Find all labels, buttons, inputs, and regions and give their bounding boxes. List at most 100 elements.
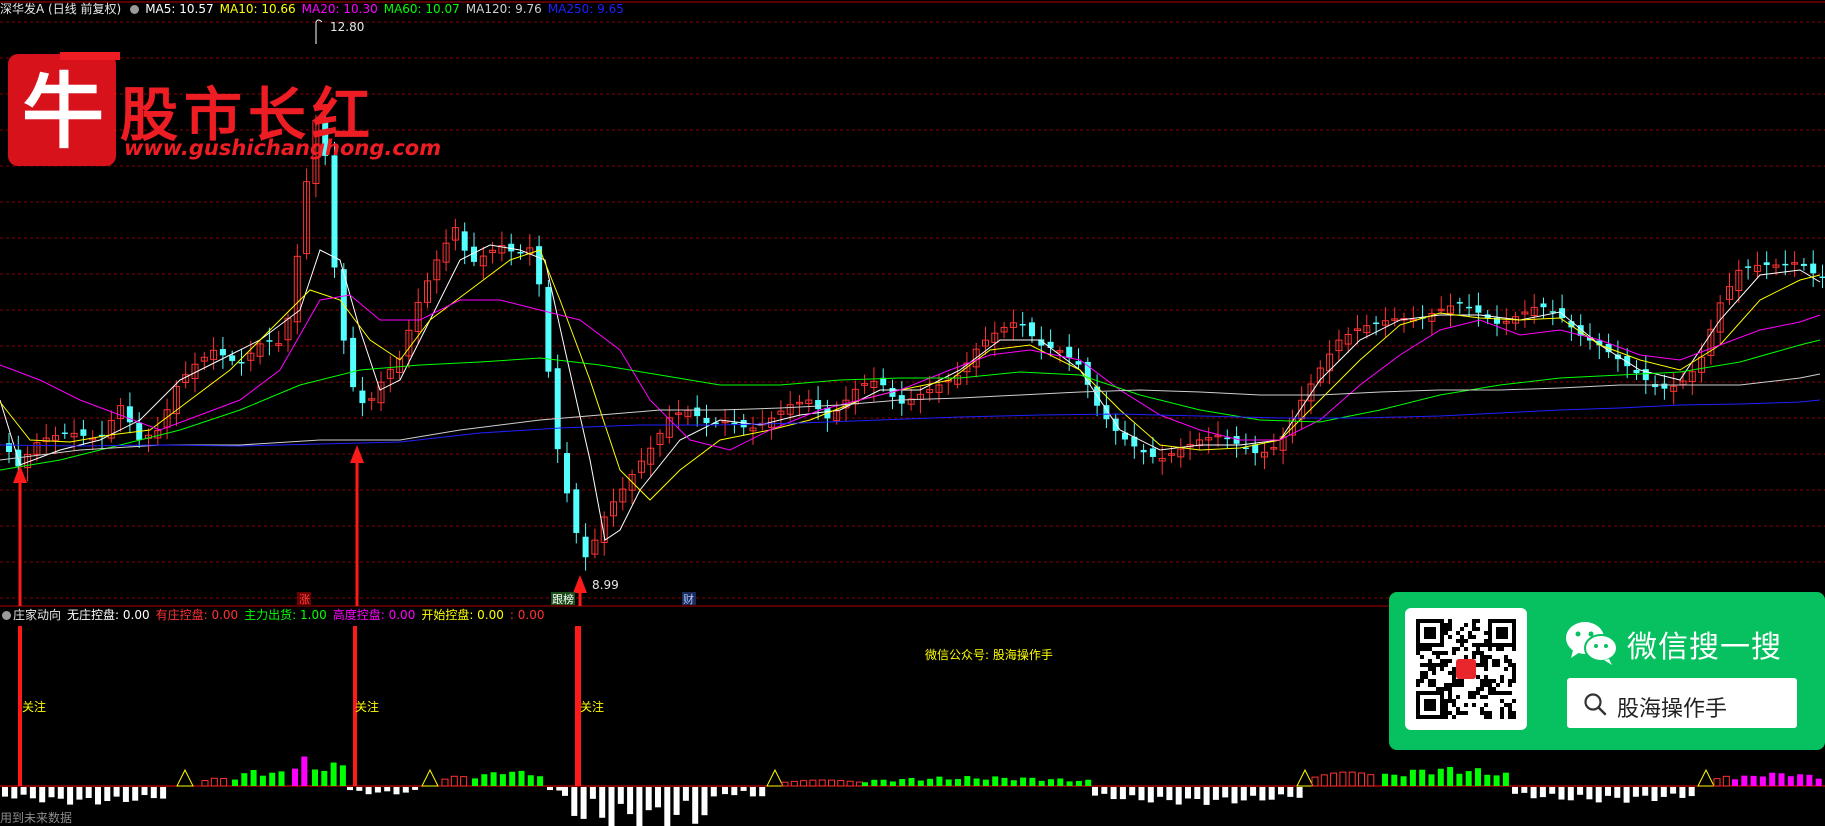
indicator-bar [982, 779, 989, 786]
indicator-bar [1212, 787, 1219, 800]
indicator-bar [992, 776, 999, 786]
indicator-bar [1530, 787, 1537, 799]
indicator-bar [1085, 779, 1092, 786]
indicator-bar [1558, 787, 1565, 800]
indicator-bar [1750, 775, 1757, 786]
indicator-bar [1787, 776, 1794, 786]
qr-module [1488, 683, 1492, 687]
wechat-search-box[interactable]: 股海操作手 [1567, 678, 1797, 728]
search-icon [1584, 693, 1607, 716]
candle-body [1652, 383, 1659, 388]
indicator-name[interactable]: 庄家动向 [13, 608, 61, 622]
qr-module [1444, 627, 1448, 631]
qr-module [1500, 647, 1504, 651]
indicator-bar [871, 779, 878, 786]
candle-body [694, 407, 701, 417]
indicator-bar [1475, 768, 1481, 786]
qr-module [1444, 699, 1448, 703]
qr-module [1468, 695, 1472, 699]
public-account-label: 微信公众号: 股海操作手 [925, 648, 1053, 662]
qr-module [1420, 671, 1424, 675]
indicator-bar [580, 787, 587, 819]
indicator-bar [384, 787, 391, 792]
logo-brush [60, 52, 120, 60]
qr-module [1476, 647, 1480, 651]
candle-body [898, 395, 905, 404]
qr-module [1460, 711, 1464, 715]
indicator-circle-icon[interactable] [2, 611, 11, 620]
qr-module [1488, 711, 1492, 715]
qr-module [1480, 663, 1484, 667]
indicator-bar [57, 787, 64, 799]
indicator-bar [1147, 787, 1154, 803]
qr-module [1448, 671, 1452, 675]
qr-module [1480, 687, 1484, 691]
indicator-bar [321, 770, 328, 786]
wechat-search-banner[interactable]: 微信搜一搜 股海操作手 [1389, 592, 1825, 750]
qr-module [1428, 659, 1432, 663]
candle-body [582, 536, 589, 558]
indicator-bar [945, 779, 952, 786]
candle-body [731, 422, 738, 425]
indicator-bar [1400, 776, 1407, 786]
marker-genbang[interactable]: 跟榜 [552, 592, 574, 606]
qr-module [1452, 683, 1456, 687]
candle-body [1373, 322, 1380, 325]
qr-module [1492, 687, 1496, 691]
indicator-bar [1595, 787, 1602, 803]
trend-triangle [1697, 768, 1715, 787]
indicator-bar [589, 787, 596, 799]
indicator-bar [29, 787, 36, 799]
stock-title[interactable]: 深华发A (日线 前复权) [0, 2, 121, 16]
qr-module [1472, 651, 1476, 655]
qr-module [1444, 715, 1448, 719]
qr-module [1484, 643, 1488, 647]
qr-module [1508, 703, 1512, 707]
indicator-bar [1358, 772, 1365, 787]
qr-module [1476, 651, 1480, 655]
qr-module [1512, 647, 1516, 651]
qr-module [1480, 695, 1484, 699]
qr-module [1440, 651, 1444, 655]
indicator-bar [518, 770, 525, 786]
indicator-bar [1642, 787, 1649, 796]
qr-module [1496, 647, 1500, 651]
candle-body [1456, 302, 1463, 304]
qr-module [1456, 679, 1460, 683]
qr-module [1424, 663, 1428, 667]
qr-module [1432, 663, 1436, 667]
candle-body [1633, 369, 1640, 374]
indicator-bar [278, 771, 285, 786]
marker-zhang[interactable]: 涨 [299, 593, 310, 606]
indicator-bar [1713, 778, 1721, 787]
indicator-bar [339, 765, 346, 786]
settings-circle-icon[interactable] [130, 5, 140, 14]
indicator-bar [1769, 772, 1776, 786]
indicator-bar [818, 779, 826, 787]
qr-module [1508, 663, 1512, 667]
indicator-bar [608, 787, 615, 826]
indicator-bar [509, 771, 516, 786]
indicator-header: 庄家动向 无庄控盘: 0.00 有庄控盘: 0.00 主力出货: 1.00 高度控盘: … [0, 606, 550, 624]
marker-cai[interactable]: 财 [683, 592, 694, 606]
qr-module [1448, 695, 1452, 699]
qr-module [1440, 687, 1444, 691]
indicator-bar [1287, 787, 1294, 797]
indicator-bar [749, 787, 756, 797]
indicator-bar [790, 780, 798, 787]
qr-module [1504, 659, 1508, 663]
qr-module [1512, 667, 1516, 671]
qr-module [1416, 651, 1420, 655]
candle-body [6, 443, 12, 452]
indicator-bar [1020, 777, 1027, 786]
indicator-bar [481, 774, 488, 786]
indicator-bar [1101, 787, 1108, 794]
indicator-bar [1549, 787, 1556, 794]
qr-finder [1496, 627, 1508, 639]
indicator-bar [692, 787, 699, 824]
indicator-bar [330, 762, 337, 786]
candlesticks [6, 108, 1825, 571]
indicator-bar [393, 787, 400, 795]
indicator-bar [1367, 774, 1375, 787]
indicator-bar [846, 780, 854, 787]
